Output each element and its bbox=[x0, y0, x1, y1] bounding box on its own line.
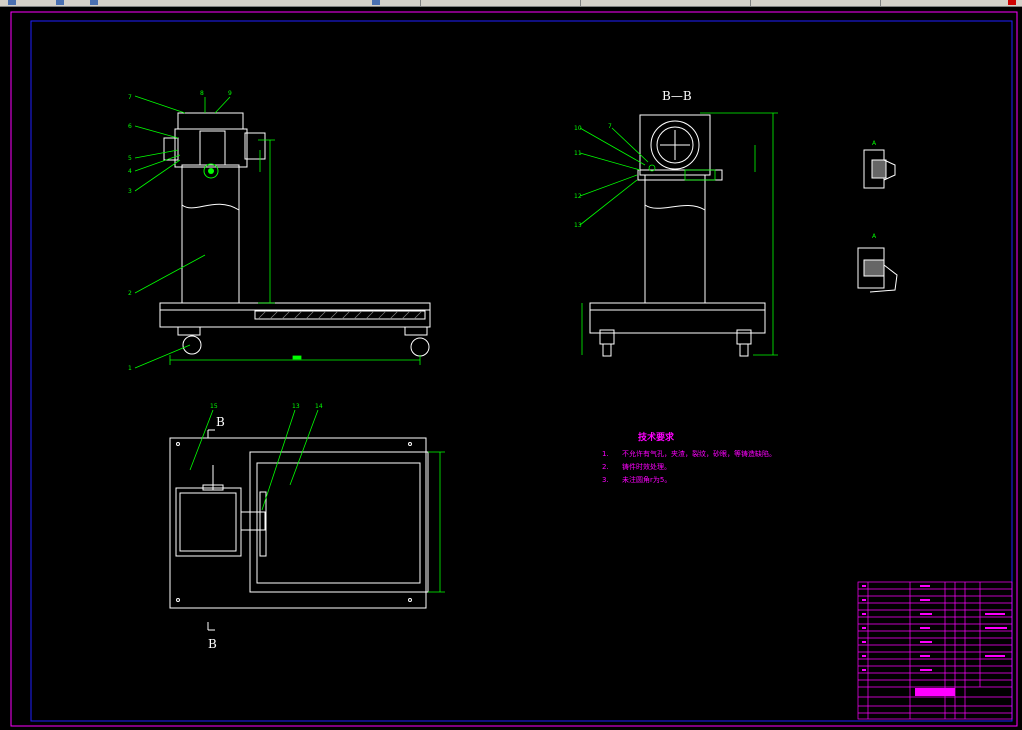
side-view bbox=[589, 114, 766, 357]
undo-icon[interactable] bbox=[90, 0, 98, 5]
callout-2: 2 bbox=[128, 290, 132, 297]
callout-14: 14 bbox=[315, 403, 323, 410]
callout-1: 1 bbox=[128, 365, 132, 372]
tech-item-num-1: 1. bbox=[602, 450, 609, 458]
detail-label-a1: A bbox=[872, 140, 877, 147]
tech-requirements-list: 1. 不允许有气孔，夹渣，裂纹，砂眼，等铸造缺陷。 2. 铸件时效处理。 3. … bbox=[602, 449, 776, 484]
tech-item-num-2: 2. bbox=[602, 463, 609, 471]
callout-6: 6 bbox=[128, 123, 132, 130]
title-block bbox=[857, 581, 1013, 720]
callout-7: 7 bbox=[128, 94, 132, 101]
drawing-canvas[interactable]: 7 8 9 6 5 4 3 2 1 B—B 10 11 7 12 13 A A … bbox=[0, 7, 1022, 730]
tech-item-text-1: 不允许有气孔，夹渣，裂纹，砂眼，等铸造缺陷。 bbox=[622, 449, 776, 458]
callout-7b: 7 bbox=[608, 123, 612, 130]
callout-11: 11 bbox=[574, 150, 582, 157]
tech-requirements-title: 技术要求 bbox=[638, 431, 675, 443]
title-block-marks bbox=[862, 585, 1007, 696]
callout-5: 5 bbox=[128, 155, 132, 162]
top-callout-labels: 15 13 14 bbox=[210, 403, 323, 410]
front-callout-labels: 7 8 9 6 5 4 3 2 1 bbox=[128, 90, 232, 372]
callout-15: 15 bbox=[210, 403, 218, 410]
callout-4: 4 bbox=[128, 168, 132, 175]
detail-view-a1 bbox=[863, 149, 896, 189]
cut-marker-bottom: B bbox=[208, 637, 217, 651]
detail-labels: A A bbox=[872, 140, 877, 240]
callout-13: 13 bbox=[574, 222, 582, 229]
callout-12: 12 bbox=[574, 193, 582, 200]
save-icon[interactable] bbox=[8, 0, 16, 5]
tech-item-text-2: 铸件时效处理。 bbox=[622, 462, 671, 471]
section-cut-markers bbox=[207, 429, 215, 631]
close-icon[interactable] bbox=[1008, 0, 1016, 5]
callout-3: 3 bbox=[128, 188, 132, 195]
sheet-border-outer bbox=[10, 11, 1018, 727]
detail-view-a2 bbox=[857, 247, 898, 293]
layer-icon[interactable] bbox=[372, 0, 380, 5]
callout-9: 9 bbox=[228, 90, 232, 97]
side-dimensions bbox=[581, 112, 778, 356]
top-leaders bbox=[189, 409, 319, 511]
callout-8: 8 bbox=[200, 90, 204, 97]
front-view bbox=[159, 112, 431, 357]
callout-10: 10 bbox=[574, 125, 582, 132]
cut-marker-top: B bbox=[216, 415, 225, 429]
detail-label-a2: A bbox=[872, 233, 877, 240]
toolbar bbox=[0, 0, 1022, 7]
tech-item-num-3: 3. bbox=[602, 476, 609, 484]
tech-item-text-3: 未注圆角r为5。 bbox=[622, 475, 671, 484]
top-view bbox=[169, 437, 429, 609]
section-label: B—B bbox=[662, 89, 692, 103]
top-dimensions bbox=[428, 451, 445, 593]
front-dimensions bbox=[169, 139, 421, 365]
callout-13b: 13 bbox=[292, 403, 300, 410]
side-callout-labels: 10 11 7 12 13 bbox=[574, 123, 612, 229]
open-icon[interactable] bbox=[56, 0, 64, 5]
